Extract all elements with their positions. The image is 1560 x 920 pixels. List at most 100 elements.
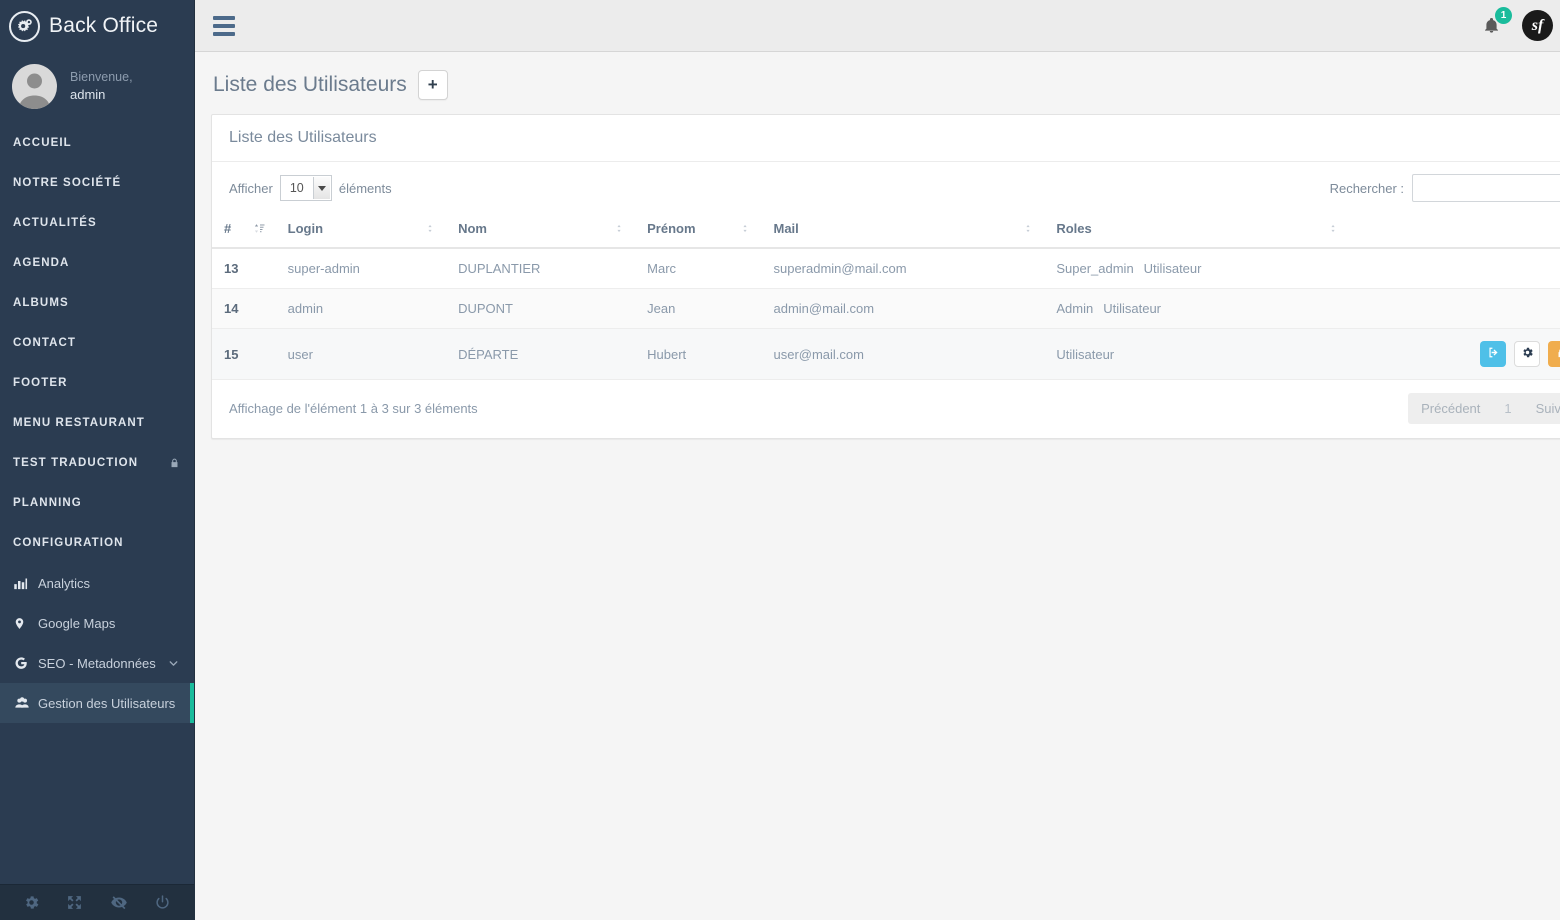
page-length-select[interactable]: 10 <box>280 175 332 201</box>
topbar-right-actions: 1 sf <box>1483 10 1560 41</box>
sidebar-item-label: PLANNING <box>13 497 82 509</box>
sidebar-item-label: CONTACT <box>13 337 76 349</box>
power-icon[interactable] <box>154 894 171 911</box>
expand-icon[interactable] <box>66 894 83 911</box>
column-header-nom[interactable]: Nom <box>446 212 635 248</box>
symfony-logo[interactable]: sf <box>1522 10 1553 41</box>
lock-icon <box>1556 347 1560 362</box>
edit-button[interactable] <box>1514 341 1540 367</box>
cell-roles: AdminUtilisateur <box>1044 289 1349 329</box>
brand[interactable]: Back Office <box>0 0 194 52</box>
sidebar-item-label: CONFIGURATION <box>13 537 124 549</box>
sidebar-item-label: Analytics <box>38 576 90 591</box>
sidebar-footer-toolbar <box>0 884 194 920</box>
table-info: Affichage de l'élément 1 à 3 sur 3 éléme… <box>229 401 478 416</box>
sidebar-item-analytics[interactable]: Analytics <box>0 563 194 603</box>
cell-actions <box>1349 289 1560 329</box>
sidebar-item-accueil[interactable]: ACCUEIL <box>0 123 194 163</box>
table-body: 13super-adminDUPLANTIERMarcsuperadmin@ma… <box>212 248 1560 380</box>
sort-numeric-down-icon <box>254 222 266 238</box>
sidebar-item-actualit-s[interactable]: ACTUALITÉS <box>0 203 194 243</box>
cell-actions <box>1349 248 1560 289</box>
welcome-text: Bienvenue, <box>70 69 133 86</box>
card-header: Liste des Utilisateurs <box>212 115 1560 162</box>
sidebar-item-planning[interactable]: PLANNING <box>0 483 194 523</box>
chevron-down-icon <box>313 177 330 199</box>
sidebar-item-albums[interactable]: ALBUMS <box>0 283 194 323</box>
bell-icon[interactable]: 1 <box>1483 16 1500 35</box>
sort-icon <box>1328 222 1339 238</box>
cell-nom: DUPONT <box>446 289 635 329</box>
sidebar-nav: ACCUEIL NOTRE SOCIÉTÉ ACTUALITÉS AGENDA ALBU… <box>0 123 194 723</box>
sort-icon <box>614 222 625 238</box>
sidebar-item-label: ALBUMS <box>13 297 69 309</box>
table-row[interactable]: 13super-adminDUPLANTIERMarcsuperadmin@ma… <box>212 248 1560 289</box>
table-row[interactable]: 14adminDUPONTJeanadmin@mail.comAdminUtil… <box>212 289 1560 329</box>
page-length-suffix: éléments <box>339 181 392 196</box>
sidebar-item-label: TEST TRADUCTION <box>13 457 138 469</box>
sidebar-item-menu-restaurant[interactable]: MENU RESTAURANT <box>0 403 194 443</box>
sidebar-item-label: ACCUEIL <box>13 137 72 149</box>
cell-nom: DUPLANTIER <box>446 248 635 289</box>
cell-mail: admin@mail.com <box>761 289 1044 329</box>
column-header-[interactable]: # <box>212 212 276 248</box>
datatable-footer: Affichage de l'élément 1 à 3 sur 3 éléme… <box>212 380 1560 438</box>
cell-login: user <box>276 329 446 380</box>
sort-icon <box>1023 222 1034 238</box>
sidebar-item-test-traduction[interactable]: TEST TRADUCTION <box>0 443 194 483</box>
sort-icon <box>740 222 751 238</box>
sort-icon <box>425 222 436 238</box>
page-title: Liste des Utilisateurs <box>213 73 407 97</box>
cell-prenom: Marc <box>635 248 761 289</box>
pagination-page[interactable]: 1 <box>1493 393 1522 424</box>
sidebar-item-footer[interactable]: FOOTER <box>0 363 194 403</box>
users-group-icon <box>13 695 33 711</box>
sidebar-item-seo-metadonn-es[interactable]: SEO - Metadonnées <box>0 643 194 683</box>
sidebar-item-label: FOOTER <box>13 377 68 389</box>
column-header-actions <box>1349 212 1560 248</box>
cell-actions <box>1349 329 1560 380</box>
column-header-login[interactable]: Login <box>276 212 446 248</box>
password-button[interactable] <box>1548 341 1560 367</box>
column-header-label: Login <box>288 221 323 236</box>
map-marker-icon <box>13 615 33 632</box>
column-header-label: # <box>224 221 231 236</box>
eye-slash-icon[interactable] <box>110 894 128 911</box>
pagination-next[interactable]: Suivant <box>1523 393 1560 424</box>
cell-nom: DÉPARTE <box>446 329 635 380</box>
add-user-button[interactable]: + <box>418 70 448 100</box>
user-avatar-icon <box>12 64 57 109</box>
cell-login: super-admin <box>276 248 446 289</box>
card-title: Liste des Utilisateurs <box>229 129 377 147</box>
sidebar-item-notre-soci-t[interactable]: NOTRE SOCIÉTÉ <box>0 163 194 203</box>
sidebar-item-google-maps[interactable]: Google Maps <box>0 603 194 643</box>
table-row[interactable]: 15userDÉPARTEHubertuser@mail.comUtilisat… <box>212 329 1560 380</box>
search-input[interactable] <box>1412 174 1560 202</box>
column-header-label: Roles <box>1056 221 1091 236</box>
sidebar-item-label: NOTRE SOCIÉTÉ <box>13 177 121 189</box>
column-header-prnom[interactable]: Prénom <box>635 212 761 248</box>
column-header-roles[interactable]: Roles <box>1044 212 1349 248</box>
gear-icon[interactable] <box>23 894 40 911</box>
sidebar-item-agenda[interactable]: AGENDA <box>0 243 194 283</box>
sidebar-item-contact[interactable]: CONTACT <box>0 323 194 363</box>
sidebar-username: admin <box>70 86 133 104</box>
column-header-mail[interactable]: Mail <box>761 212 1044 248</box>
hamburger-icon[interactable] <box>213 16 235 36</box>
sidebar-item-label: SEO - Metadonnées <box>38 656 156 671</box>
sidebar-item-gestion-des-utilisateurs[interactable]: Gestion des Utilisateurs <box>0 683 194 723</box>
chevron-down-icon <box>167 657 180 670</box>
brand-title: Back Office <box>49 14 158 38</box>
sidebar-item-configuration[interactable]: CONFIGURATION <box>0 523 194 563</box>
pagination-prev[interactable]: Précédent <box>1408 393 1493 424</box>
cell-mail: superadmin@mail.com <box>761 248 1044 289</box>
sidebar-item-label: Google Maps <box>38 616 115 631</box>
sidebar-user-block[interactable]: Bienvenue, admin <box>0 52 194 123</box>
lock-icon <box>169 457 180 469</box>
gear-icon <box>1521 346 1534 362</box>
role-tag: Utilisateur <box>1056 347 1114 362</box>
impersonate-button[interactable] <box>1480 341 1506 367</box>
sidebar-item-label: AGENDA <box>13 257 69 269</box>
cell-prenom: Jean <box>635 289 761 329</box>
google-g-icon <box>13 655 33 671</box>
